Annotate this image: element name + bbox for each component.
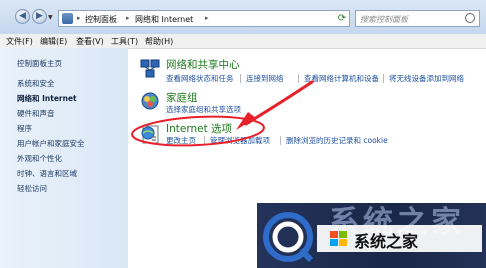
menu-bar: 文件(F) 编辑(E) 查看(V) 工具(T) 帮助(H) (0, 34, 486, 49)
search-icon[interactable] (465, 13, 475, 23)
recent-pages-dropdown[interactable]: ▼ (48, 14, 53, 21)
internet-options-icon[interactable] (140, 123, 160, 145)
breadcrumb-network-internet[interactable]: 网络和 Internet (135, 14, 193, 25)
homegroup-link[interactable]: 家庭组 (166, 90, 198, 105)
back-button[interactable]: ◀ (15, 9, 30, 24)
add-wireless-device-link[interactable]: 将无线设备添加到网络 (389, 73, 464, 84)
menu-view[interactable]: 查看(V) (76, 36, 104, 47)
delete-history-link[interactable]: 删除浏览的历史记录和 cookie (286, 135, 388, 146)
sidebar-item-home[interactable]: 控制面板主页 (17, 58, 62, 69)
sidebar-item-hardware-sound[interactable]: 硬件和声音 (17, 108, 55, 119)
annotation-arrow-shaft (244, 80, 314, 126)
search-placeholder: 搜索控制面板 (360, 15, 408, 24)
control-panel-icon (62, 13, 73, 24)
watermark-text: 系统之家 (354, 232, 419, 251)
view-network-status-link[interactable]: 查看网络状态和任务 (166, 73, 234, 84)
search-input[interactable]: 搜索控制面板 (355, 10, 480, 27)
chevron-right-icon[interactable]: ▸ (205, 14, 209, 22)
sidebar-item-system-security[interactable]: 系统和安全 (17, 78, 55, 89)
link-divider (280, 136, 281, 145)
breadcrumb-control-panel[interactable]: 控制面板 (85, 14, 117, 25)
link-divider (383, 74, 384, 83)
forward-button[interactable]: ▶ (32, 9, 47, 24)
homegroup-icon[interactable] (140, 90, 160, 112)
link-divider (204, 136, 205, 145)
refresh-icon[interactable]: ⟳ (336, 13, 348, 25)
homegroup-sharing-options-link[interactable]: 选择家庭组和共享选项 (166, 104, 241, 115)
network-sharing-center-link[interactable]: 网络和共享中心 (166, 57, 240, 72)
menu-file[interactable]: 文件(F) (6, 36, 33, 47)
internet-options-link[interactable]: Internet 选项 (166, 121, 232, 136)
sidebar-item-appearance[interactable]: 外观和个性化 (17, 153, 62, 164)
link-divider (240, 74, 241, 83)
menu-edit[interactable]: 编辑(E) (40, 36, 67, 47)
sidebar-item-ease-of-access[interactable]: 轻松访问 (17, 183, 47, 194)
sidebar-item-user-accounts[interactable]: 用户帐户和家庭安全 (17, 138, 85, 149)
sidebar-item-network-internet: 网络和 Internet (17, 94, 77, 103)
sidebar-item-clock-region[interactable]: 时钟、语言和区域 (17, 168, 77, 179)
menu-tools[interactable]: 工具(T) (111, 36, 138, 47)
view-network-computers-link[interactable]: 查看网络计算机和设备 (304, 73, 379, 84)
watermark-logo-icon (263, 212, 313, 262)
connect-to-network-link[interactable]: 连接到网络 (246, 73, 284, 84)
address-bar: ◀ ▶ ▼ ▸ 控制面板 ▸ 网络和 Internet ▸ ▼ ⟳ 搜索控制面板 (0, 0, 486, 34)
sidebar: 控制面板主页 系统和安全 网络和 Internet 硬件和声音 程序 用户帐户和… (0, 48, 128, 268)
menu-help[interactable]: 帮助(H) (145, 36, 173, 47)
manage-addons-link[interactable]: 管理浏览器加载项 (210, 135, 270, 146)
change-homepage-link[interactable]: 更改主页 (166, 135, 196, 146)
breadcrumb[interactable]: ▸ 控制面板 ▸ 网络和 Internet ▸ ▼ (58, 10, 397, 27)
chevron-right-icon[interactable]: ▸ (126, 14, 130, 22)
chevron-right-icon[interactable]: ▸ (77, 14, 81, 22)
link-divider (298, 74, 299, 83)
sidebar-item-programs[interactable]: 程序 (17, 123, 32, 134)
windows-logo-icon (330, 231, 347, 246)
network-sharing-icon[interactable] (140, 58, 160, 80)
watermark: 系统之家 系统之家 (257, 203, 486, 268)
